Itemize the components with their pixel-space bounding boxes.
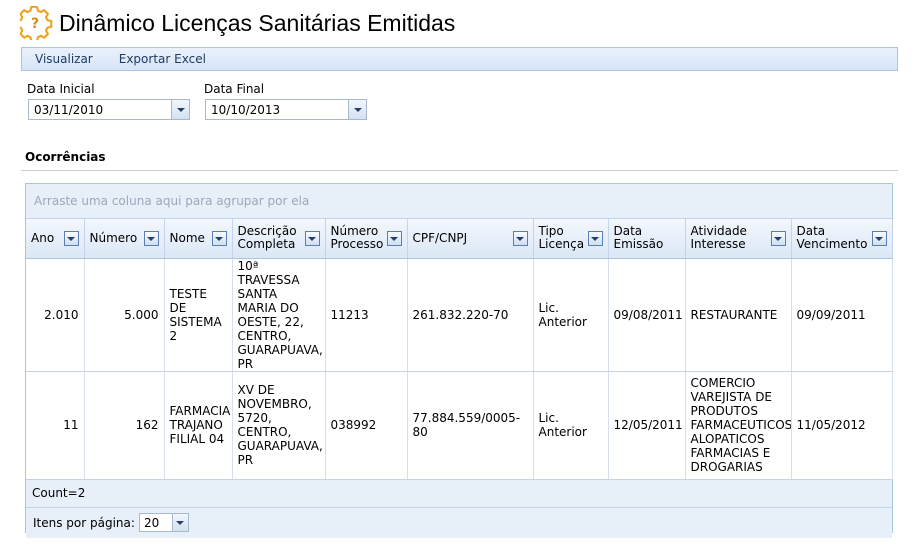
cell-data-emissao: 09/08/2011 — [608, 258, 686, 372]
column-filter-button[interactable] — [871, 231, 887, 246]
chevron-down-icon — [774, 236, 782, 241]
page-size-label: Itens por página: — [33, 515, 135, 530]
cell-data-vencimento: 09/09/2011 — [791, 258, 893, 372]
column-filter-button[interactable] — [386, 231, 402, 246]
chevron-down-icon — [390, 236, 398, 241]
toolbar-menu: Visualizar Exportar Excel — [21, 47, 898, 71]
start-date-dropdown-button[interactable] — [171, 100, 189, 119]
column-filter-button[interactable] — [143, 231, 159, 246]
column-header-data-emissao[interactable]: Data Emissão — [608, 219, 686, 259]
chevron-down-icon — [176, 520, 185, 525]
cell-atividade: COMERCIO VAREJISTA DE PRODUTOS FARMACEUT… — [685, 371, 792, 480]
cell-data-emissao: 12/05/2011 — [608, 371, 686, 480]
cell-numero: 5.000 — [84, 258, 165, 372]
page-title: Dinâmico Licenças Sanitárias Emitidas — [59, 9, 456, 36]
group-by-panel[interactable]: Arraste uma coluna aqui para agrupar por… — [26, 184, 892, 219]
end-date-value: 10/10/2013 — [211, 102, 281, 117]
chevron-down-icon — [591, 236, 599, 241]
section-divider — [21, 170, 898, 171]
column-header-processo[interactable]: Número Processo — [325, 219, 408, 259]
chevron-down-icon — [308, 236, 316, 241]
chevron-down-icon — [516, 236, 524, 241]
column-filter-button[interactable] — [304, 231, 320, 246]
start-date-value: 03/11/2010 — [34, 102, 104, 117]
chevron-down-icon — [215, 236, 223, 241]
column-header-descricao[interactable]: Descrição Completa — [232, 219, 326, 259]
menu-exportar-excel[interactable]: Exportar Excel — [106, 52, 219, 66]
cell-cpf-cnpj: 261.832.220-70 — [407, 258, 534, 372]
column-header-cpf-cnpj[interactable]: CPF/CNPJ — [407, 219, 534, 259]
page-header: ? Dinâmico Licenças Sanitárias Emitidas — [20, 6, 455, 40]
table-row[interactable]: 11 162 FARMACIA TRAJANO FILIAL 04 XV DE … — [26, 371, 893, 480]
column-header-nome[interactable]: Nome — [164, 219, 233, 259]
cell-tipo-licenca: Lic. Anterior — [533, 258, 609, 372]
column-header-atividade[interactable]: Atividade Interesse — [685, 219, 792, 259]
start-date-label: Data Inicial — [27, 82, 95, 96]
row-count: Count=2 — [26, 479, 892, 508]
section-title: Ocorrências — [25, 150, 106, 164]
column-header-tipo-licenca[interactable]: Tipo Licença — [533, 219, 609, 259]
end-date-label: Data Final — [204, 82, 265, 96]
results-table: Ano Número Nome Descrição Completa Númer… — [26, 219, 893, 480]
column-filter-button[interactable] — [512, 231, 528, 246]
column-header-ano[interactable]: Ano — [26, 219, 85, 259]
cell-descricao: XV DE NOVEMBRO, 5720, CENTRO, GUARAPUAVA… — [232, 371, 326, 480]
cell-processo: 11213 — [325, 258, 408, 372]
cell-cpf-cnpj: 77.884.559/0005-80 — [407, 371, 534, 480]
results-grid: Arraste uma coluna aqui para agrupar por… — [25, 183, 893, 538]
chevron-down-icon — [147, 236, 155, 241]
header-row: Ano Número Nome Descrição Completa Númer… — [26, 219, 893, 259]
chevron-down-icon — [875, 236, 883, 241]
cell-numero: 162 — [84, 371, 165, 480]
page-size-select[interactable]: 20 — [138, 513, 189, 532]
end-date-dropdown-button[interactable] — [348, 100, 366, 119]
chevron-down-icon — [176, 107, 185, 112]
cell-nome: TESTE DE SISTEMA 2 — [164, 258, 233, 372]
cell-processo: 038992 — [325, 371, 408, 480]
gear-question-icon: ? — [20, 6, 53, 40]
cell-ano: 2.010 — [26, 258, 85, 372]
chevron-down-icon — [353, 107, 362, 112]
cell-data-vencimento: 11/05/2012 — [791, 371, 893, 480]
page-size-dropdown-button[interactable] — [171, 514, 188, 531]
pager: Itens por página: 20 — [26, 507, 892, 538]
cell-tipo-licenca: Lic. Anterior — [533, 371, 609, 480]
chevron-down-icon — [67, 236, 75, 241]
cell-atividade: RESTAURANTE — [685, 258, 792, 372]
end-date-field[interactable]: 10/10/2013 — [205, 99, 367, 120]
column-filter-button[interactable] — [770, 231, 786, 246]
cell-ano: 11 — [26, 371, 85, 480]
column-filter-button[interactable] — [63, 231, 79, 246]
column-header-numero[interactable]: Número — [84, 219, 165, 259]
cell-descricao: 10ª TRAVESSA SANTA MARIA DO OESTE, 22, C… — [232, 258, 326, 372]
svg-text:?: ? — [31, 16, 39, 32]
page-size-value: 20 — [143, 515, 160, 530]
column-filter-button[interactable] — [211, 231, 227, 246]
table-row[interactable]: 2.010 5.000 TESTE DE SISTEMA 2 10ª TRAVE… — [26, 258, 893, 372]
column-filter-button[interactable] — [587, 231, 603, 246]
menu-visualizar[interactable]: Visualizar — [22, 52, 106, 66]
column-header-data-vencimento[interactable]: Data Vencimento — [791, 219, 893, 259]
cell-nome: FARMACIA TRAJANO FILIAL 04 — [164, 371, 233, 480]
start-date-field[interactable]: 03/11/2010 — [28, 99, 190, 120]
